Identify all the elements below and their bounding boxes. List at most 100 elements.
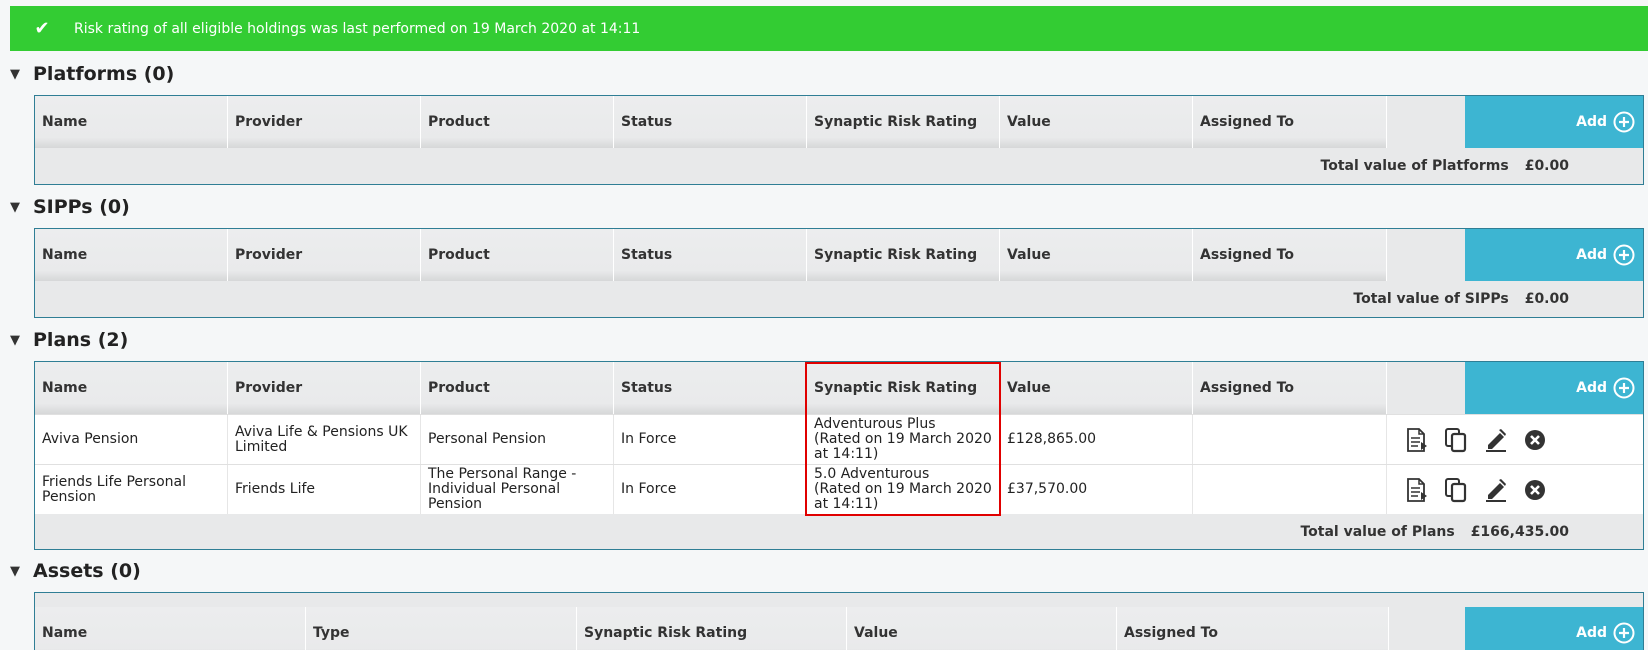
add-asset-button[interactable]: Add [1465, 607, 1643, 650]
add-label: Add [1576, 625, 1607, 641]
table-header: Name Provider Product Status Synaptic Ri… [35, 229, 1643, 281]
check-icon: ✔ [34, 18, 50, 39]
add-label: Add [1576, 114, 1607, 130]
col-risk-rating[interactable]: Synaptic Risk Rating [807, 362, 1000, 414]
plan-status: In Force [614, 465, 807, 514]
col-risk-rating[interactable]: Synaptic Risk Rating [807, 96, 1000, 148]
row-actions [1387, 415, 1565, 464]
plan-name: Aviva Pension [35, 415, 228, 464]
table-header: Name Provider Product Status Synaptic Ri… [35, 96, 1643, 148]
col-status[interactable]: Status [614, 229, 807, 281]
plan-status: In Force [614, 415, 807, 464]
plan-provider: Friends Life [228, 465, 421, 514]
caret-down-icon[interactable]: ▼ [10, 200, 33, 215]
add-label: Add [1576, 247, 1607, 263]
section-plans-toggle[interactable]: ▼ Plans (2) [10, 325, 128, 355]
plus-circle-icon [1613, 377, 1635, 399]
plus-circle-icon [1613, 111, 1635, 133]
risk-rating-note: (Rated on 19 March 2020 at 14:11) [814, 481, 992, 512]
col-product[interactable]: Product [421, 362, 614, 414]
assets-table: Name Type Synaptic Risk Rating Value Ass… [34, 592, 1644, 650]
section-assets-toggle[interactable]: ▼ Assets (0) [10, 556, 141, 586]
col-provider[interactable]: Provider [228, 96, 421, 148]
total-label: Total value of Platforms [1320, 158, 1509, 174]
document-icon[interactable] [1405, 477, 1429, 503]
total-value: £0.00 [1524, 158, 1569, 174]
col-provider[interactable]: Provider [228, 362, 421, 414]
sipps-table: Name Provider Product Status Synaptic Ri… [34, 228, 1644, 318]
col-value[interactable]: Value [1000, 229, 1193, 281]
close-circle-icon[interactable] [1523, 477, 1547, 503]
col-type[interactable]: Type [306, 607, 577, 650]
total-row: Total value of Plans £166,435.00 [35, 514, 1643, 550]
col-status[interactable]: Status [614, 96, 807, 148]
section-title: Assets (0) [33, 560, 141, 582]
section-platforms-toggle[interactable]: ▼ Platforms (0) [10, 59, 174, 89]
col-assigned-to[interactable]: Assigned To [1193, 229, 1387, 281]
plus-circle-icon [1613, 622, 1635, 644]
success-banner: ✔ Risk rating of all eligible holdings w… [10, 6, 1648, 51]
caret-down-icon[interactable]: ▼ [10, 333, 33, 348]
plan-provider: Aviva Life & Pensions UK Limited [228, 415, 421, 464]
section-title: Platforms (0) [33, 63, 175, 85]
plan-risk-rating: Adventurous Plus (Rated on 19 March 2020… [807, 415, 1000, 464]
col-risk-rating[interactable]: Synaptic Risk Rating [577, 607, 847, 650]
banner-message: Risk rating of all eligible holdings was… [74, 20, 641, 37]
col-value[interactable]: Value [847, 607, 1117, 650]
platforms-table: Name Provider Product Status Synaptic Ri… [34, 95, 1644, 185]
section-title: Plans (2) [33, 329, 129, 351]
col-risk-rating[interactable]: Synaptic Risk Rating [807, 229, 1000, 281]
total-label: Total value of Plans [1300, 524, 1455, 540]
plan-assigned-to [1193, 465, 1387, 514]
plan-value: £37,570.00 [1000, 465, 1193, 514]
col-name[interactable]: Name [35, 607, 306, 650]
close-circle-icon[interactable] [1523, 427, 1547, 453]
plan-product: The Personal Range - Individual Personal… [421, 465, 614, 514]
caret-down-icon[interactable]: ▼ [10, 564, 33, 579]
col-product[interactable]: Product [421, 96, 614, 148]
col-name[interactable]: Name [35, 96, 228, 148]
edit-icon[interactable] [1484, 427, 1508, 453]
document-icon[interactable] [1405, 427, 1429, 453]
total-value: £166,435.00 [1470, 524, 1569, 540]
plan-value: £128,865.00 [1000, 415, 1193, 464]
add-platform-button[interactable]: Add [1465, 96, 1643, 148]
table-header: Name Type Synaptic Risk Rating Value Ass… [35, 607, 1643, 650]
risk-rating-note: (Rated on 19 March 2020 at 14:11) [814, 431, 992, 462]
copy-icon[interactable] [1444, 477, 1468, 503]
plan-name: Friends Life Personal Pension [35, 465, 228, 514]
col-assigned-to[interactable]: Assigned To [1193, 362, 1387, 414]
col-provider[interactable]: Provider [228, 229, 421, 281]
edit-icon[interactable] [1484, 477, 1508, 503]
plan-product: Personal Pension [421, 415, 614, 464]
col-status[interactable]: Status [614, 362, 807, 414]
table-header: Name Provider Product Status Synaptic Ri… [35, 362, 1643, 414]
add-sipp-button[interactable]: Add [1465, 229, 1643, 281]
col-value[interactable]: Value [1000, 362, 1193, 414]
risk-rating-value: 5.0 Adventurous [814, 466, 930, 482]
plan-risk-rating: 5.0 Adventurous (Rated on 19 March 2020 … [807, 465, 1000, 514]
col-assigned-to[interactable]: Assigned To [1193, 96, 1387, 148]
col-assigned-to[interactable]: Assigned To [1117, 607, 1389, 650]
total-value: £0.00 [1524, 291, 1569, 307]
col-value[interactable]: Value [1000, 96, 1193, 148]
caret-down-icon[interactable]: ▼ [10, 67, 33, 82]
add-plan-button[interactable]: Add [1465, 362, 1643, 414]
risk-rating-value: Adventurous Plus [814, 416, 936, 432]
col-name[interactable]: Name [35, 362, 228, 414]
add-label: Add [1576, 380, 1607, 396]
plus-circle-icon [1613, 244, 1635, 266]
table-row[interactable]: Aviva Pension Aviva Life & Pensions UK L… [35, 414, 1643, 464]
col-name[interactable]: Name [35, 229, 228, 281]
table-row[interactable]: Friends Life Personal Pension Friends Li… [35, 464, 1643, 514]
section-title: SIPPs (0) [33, 196, 130, 218]
total-label: Total value of SIPPs [1353, 291, 1509, 307]
total-row: Total value of Platforms £0.00 [35, 148, 1643, 184]
row-actions [1387, 465, 1565, 514]
plan-assigned-to [1193, 415, 1387, 464]
section-sipps-toggle[interactable]: ▼ SIPPs (0) [10, 192, 130, 222]
col-product[interactable]: Product [421, 229, 614, 281]
copy-icon[interactable] [1444, 427, 1468, 453]
total-row: Total value of SIPPs £0.00 [35, 281, 1643, 317]
plans-table: Name Provider Product Status Synaptic Ri… [34, 361, 1644, 550]
